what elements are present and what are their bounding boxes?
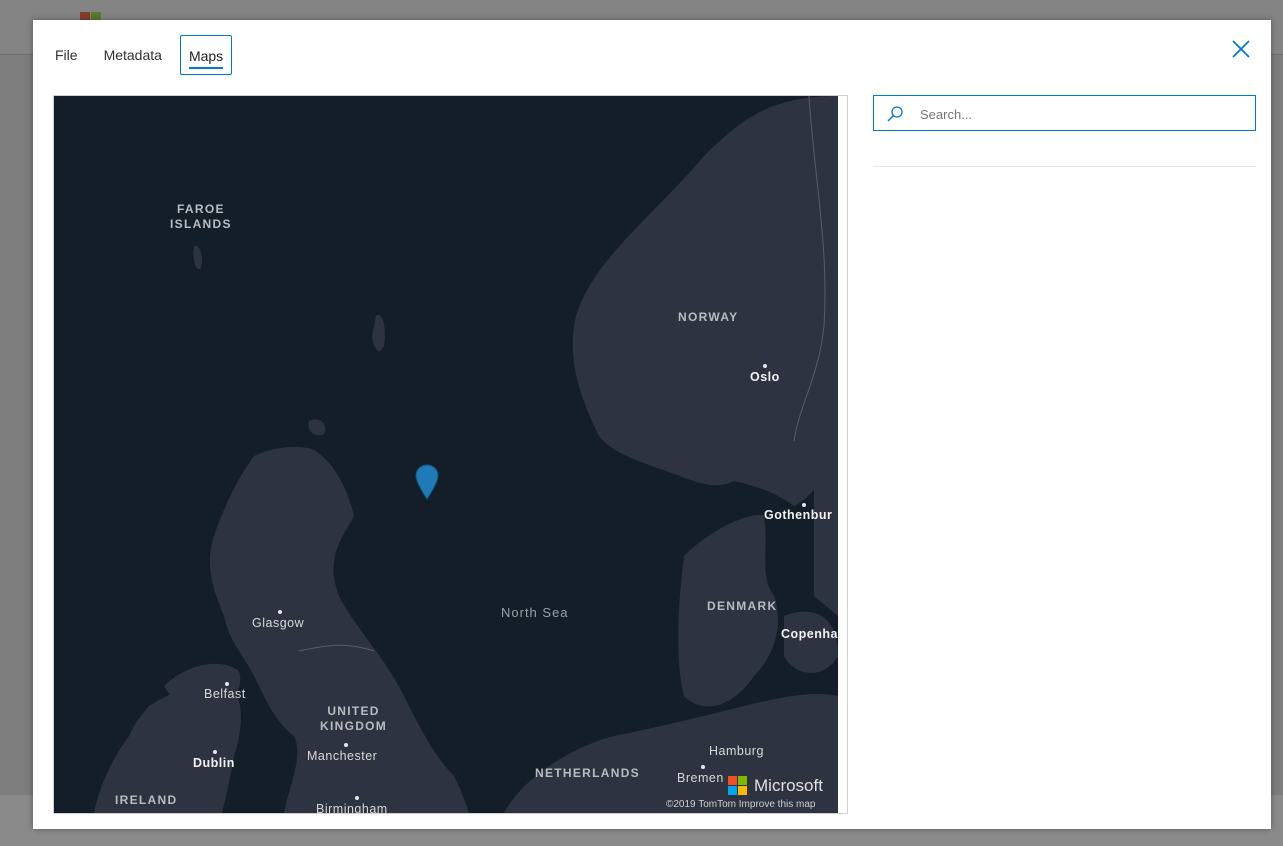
details-dialog: File Metadata Maps FAROE ISLANDS NORWAY …	[33, 20, 1271, 829]
label-gothenburg: Gothenbur	[764, 508, 833, 522]
search-icon	[887, 106, 903, 122]
label-netherlands: NETHERLANDS	[535, 766, 640, 780]
land-shetland	[372, 315, 385, 352]
tab-bar: File Metadata Maps	[47, 35, 242, 75]
search-divider	[873, 166, 1256, 167]
city-dot-birmingham	[355, 796, 359, 800]
tab-metadata[interactable]: Metadata	[96, 35, 170, 75]
label-manchester: Manchester	[307, 749, 378, 763]
label-north-sea: North Sea	[501, 605, 569, 620]
label-birmingham: Birmingham	[316, 802, 388, 813]
map-attribution[interactable]: ©2019 TomTom Improve this map	[666, 799, 815, 810]
label-belfast: Belfast	[204, 687, 246, 701]
label-bremen: Bremen	[677, 771, 724, 785]
search-input[interactable]	[918, 96, 1252, 132]
map-pin-icon[interactable]	[414, 463, 440, 501]
label-denmark: DENMARK	[707, 599, 778, 613]
city-dot-glasgow	[278, 610, 282, 614]
map-brand-text: Microsoft	[754, 776, 823, 795]
city-dot-hamburg	[701, 765, 705, 769]
label-norway: NORWAY	[678, 310, 739, 324]
label-glasgow: Glasgow	[252, 616, 305, 630]
label-hamburg: Hamburg	[709, 744, 764, 758]
city-dot-belfast	[225, 682, 229, 686]
label-faroe-islands: FAROE ISLANDS	[170, 202, 232, 231]
land-orkney	[308, 419, 326, 436]
search-field[interactable]	[873, 95, 1256, 132]
land-norway	[572, 96, 838, 506]
city-dot-oslo	[763, 364, 767, 368]
map-brand: Microsoft	[728, 776, 823, 796]
label-ireland: IRELAND	[115, 793, 178, 807]
land-zealand	[784, 611, 838, 673]
label-oslo: Oslo	[750, 370, 780, 384]
city-dot-manchester	[344, 743, 348, 747]
close-button[interactable]	[1226, 34, 1256, 64]
tab-maps[interactable]: Maps	[179, 35, 233, 75]
map-canvas[interactable]: FAROE ISLANDS NORWAY Oslo Gothenbur North…	[54, 96, 838, 813]
land-sweden	[814, 376, 838, 616]
label-united-kingdom: UNITED KINGDOM	[320, 704, 388, 733]
close-icon	[1232, 40, 1250, 58]
microsoft-logo-icon	[728, 776, 748, 796]
city-dot-gothenburg	[802, 503, 806, 507]
label-copenhagen: Copenha	[781, 627, 838, 641]
tab-file[interactable]: File	[47, 35, 86, 75]
city-dot-dublin	[213, 750, 217, 754]
label-dublin: Dublin	[193, 756, 235, 770]
map-container: FAROE ISLANDS NORWAY Oslo Gothenbur North…	[53, 95, 848, 814]
land-faroe	[193, 245, 203, 270]
